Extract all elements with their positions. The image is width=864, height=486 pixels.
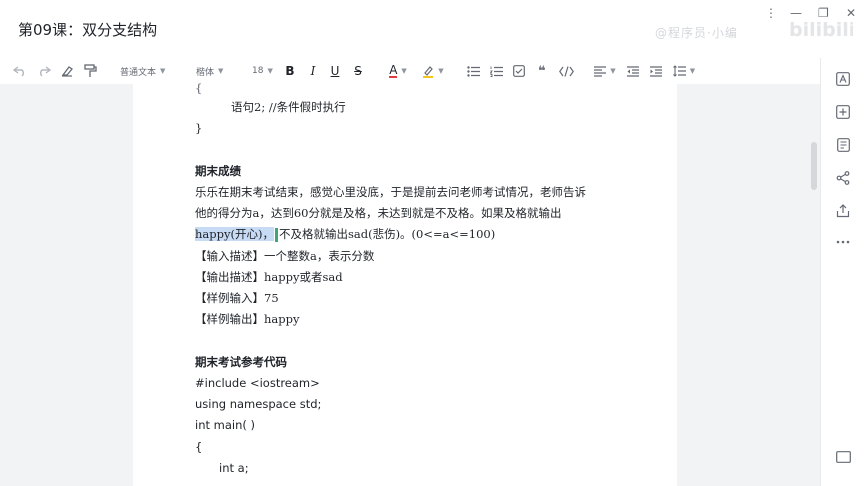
- chevron-down-icon: ▼: [267, 67, 273, 75]
- paragraph-line: 乐乐在期末考试结束，感觉心里没底，于是提前去问老师考试情况，老师告诉: [195, 185, 586, 199]
- numbered-list-icon[interactable]: [489, 63, 503, 79]
- title-bar: 第09课：双分支结构 ⋮ — ❐ ✕ @程序员·小编 bilibili: [0, 0, 864, 58]
- bilibili-logo-mark: bilibili: [789, 19, 855, 41]
- code-statement-2: 语句2; //条件假时执行: [231, 100, 346, 114]
- clear-format-icon[interactable]: [59, 63, 75, 79]
- document-title[interactable]: 第09课：双分支结构: [18, 19, 157, 40]
- bold-button[interactable]: B: [283, 63, 297, 79]
- redo-icon[interactable]: [36, 63, 52, 79]
- align-button[interactable]: ▼: [594, 63, 616, 79]
- formatting-toolbar: 普通文本 ▼ 楷体 ▼ 18 ▼ B I U S A ▼ ▼ ❝ ▼ ▼: [0, 58, 820, 84]
- chevron-down-icon: ▼: [689, 67, 696, 75]
- font-family-select[interactable]: 楷体 ▼: [196, 63, 232, 79]
- export-icon[interactable]: [834, 202, 852, 220]
- paragraph-text: 不及格就输出sad(悲伤)。(0<=a<=100): [278, 227, 496, 241]
- highlighter-icon: [423, 65, 434, 78]
- paragraph-line: happy(开心)， 不及格就输出sad(悲伤)。(0<=a<=100): [195, 226, 495, 242]
- indent-icon[interactable]: [649, 63, 663, 79]
- code-brace-open: {: [195, 81, 203, 95]
- format-painter-icon[interactable]: [82, 63, 98, 79]
- share-icon[interactable]: [834, 169, 852, 187]
- format-icon[interactable]: [834, 70, 852, 88]
- chevron-down-icon: ▼: [218, 67, 224, 75]
- outdent-icon[interactable]: [626, 63, 640, 79]
- paragraph-style-value: 普通文本: [120, 67, 157, 78]
- underline-button[interactable]: U: [328, 63, 342, 79]
- highlight-color-button[interactable]: ▼: [420, 63, 446, 79]
- right-side-panel: [820, 58, 864, 486]
- checklist-icon[interactable]: [512, 63, 526, 79]
- code-line: int main( ): [195, 418, 256, 432]
- code-line: {: [195, 440, 203, 454]
- selected-text: happy(开心)，: [195, 227, 274, 241]
- document-page[interactable]: { 语句2; //条件假时执行 } 期末成绩 乐乐在期末考试结束，感觉心里没底，…: [133, 81, 677, 486]
- paragraph-line: 他的得分为a，达到60分就是及格，未达到就是不及格。如果及格就输出: [195, 206, 562, 220]
- font-color-button[interactable]: A ▼: [385, 63, 411, 79]
- undo-icon[interactable]: [12, 63, 28, 79]
- font-size-value: 18: [252, 66, 264, 76]
- input-description: 【输入描述】一个整数a，表示分数: [195, 249, 375, 263]
- italic-button[interactable]: I: [306, 63, 320, 79]
- section-heading: 期末成绩: [195, 164, 241, 178]
- quote-icon[interactable]: ❝: [535, 63, 549, 79]
- outline-icon[interactable]: [834, 136, 852, 154]
- document-canvas: { 语句2; //条件假时执行 } 期末成绩 乐乐在期末考试结束，感觉心里没底，…: [0, 81, 820, 486]
- strikethrough-button[interactable]: S: [351, 63, 365, 79]
- code-line: int a;: [219, 461, 249, 475]
- more-icon[interactable]: [834, 233, 852, 251]
- section-heading: 期末考试参考代码: [195, 355, 287, 369]
- font-size-select[interactable]: 18 ▼: [252, 63, 276, 79]
- bilibili-logo-text: bilibili: [789, 19, 853, 41]
- output-description: 【输出描述】happy或者sad: [195, 270, 343, 284]
- app-window: 第09课：双分支结构 ⋮ — ❐ ✕ @程序员·小编 bilibili 普通文本…: [0, 0, 864, 486]
- chevron-down-icon: ▼: [160, 67, 166, 75]
- code-line: #include <iostream>: [195, 376, 320, 390]
- sample-input: 【样例输入】75: [195, 291, 279, 305]
- minimize-panel-icon[interactable]: [834, 448, 852, 466]
- watermark-text: @程序员·小编: [655, 26, 738, 40]
- font-color-icon: A: [389, 63, 398, 78]
- paragraph-style-select[interactable]: 普通文本 ▼: [120, 63, 168, 79]
- add-icon[interactable]: [834, 103, 852, 121]
- code-brace-close: }: [195, 121, 203, 135]
- vertical-scrollbar[interactable]: [810, 84, 818, 486]
- scrollbar-thumb[interactable]: [811, 142, 817, 190]
- code-block-icon[interactable]: [558, 63, 574, 79]
- bullet-list-icon[interactable]: [466, 63, 480, 79]
- line-spacing-button[interactable]: ▼: [672, 63, 696, 79]
- bilibili-logo: bilibili: [787, 16, 855, 48]
- chevron-down-icon: ▼: [438, 67, 444, 75]
- code-line: using namespace std;: [195, 397, 322, 411]
- chevron-down-icon: ▼: [610, 67, 616, 75]
- line-spacing-icon: [672, 65, 686, 77]
- more-options-icon[interactable]: ⋮: [765, 6, 777, 20]
- sample-output: 【样例输出】happy: [195, 312, 300, 326]
- text-cursor: [274, 228, 278, 242]
- font-family-value: 楷体: [196, 67, 215, 78]
- align-left-icon: [594, 65, 607, 77]
- chevron-down-icon: ▼: [401, 67, 407, 75]
